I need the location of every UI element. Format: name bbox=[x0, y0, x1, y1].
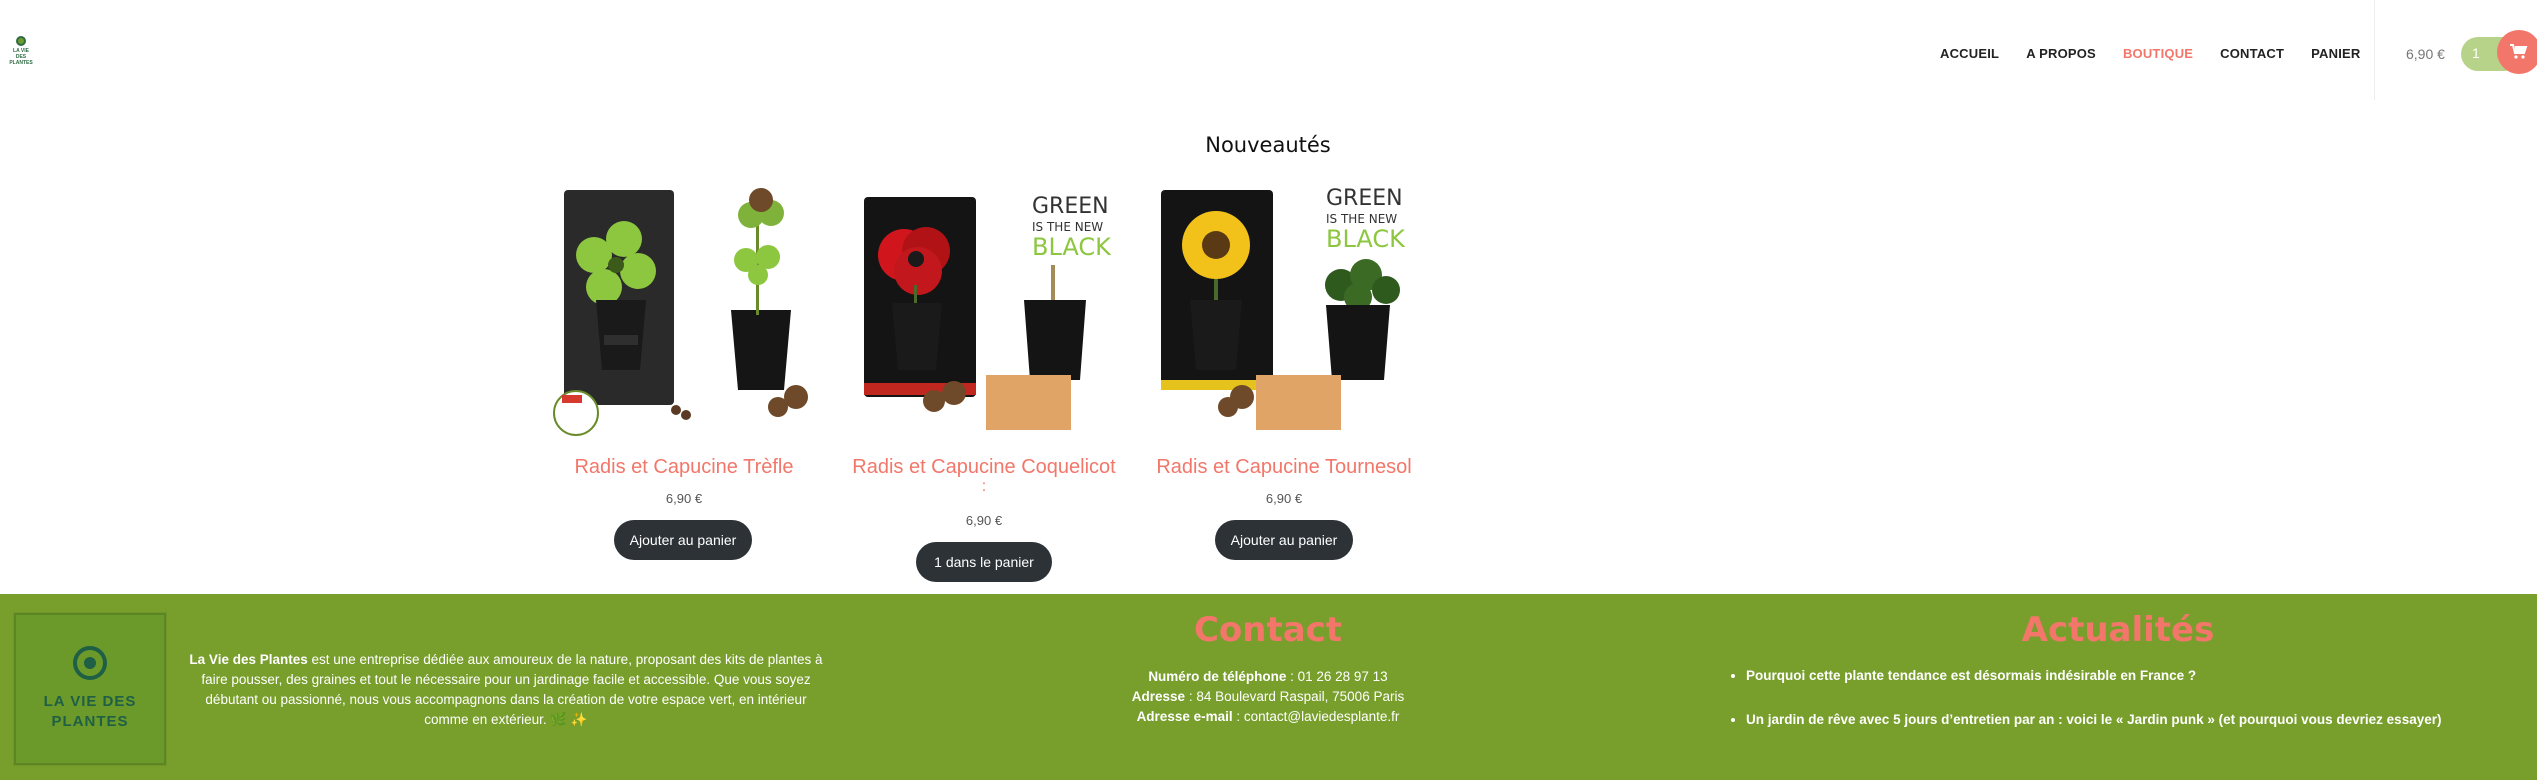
product-price: 6,90 € bbox=[1265, 491, 1303, 506]
news-item[interactable]: Un jardin de rêve avec 5 jours d’entreti… bbox=[1746, 710, 2520, 730]
product-image[interactable]: GREEN IS THE NEW BLACK bbox=[846, 175, 1122, 445]
product-name-extra: : bbox=[981, 478, 987, 495]
section-title: Nouveautés bbox=[1205, 133, 1331, 157]
footer-logo-text-2: PLANTES bbox=[51, 713, 129, 730]
nav-panier[interactable]: PANIER bbox=[2311, 46, 2360, 61]
product-photo-trefle bbox=[553, 188, 808, 436]
nav-boutique[interactable]: BOUTIQUE bbox=[2123, 46, 2193, 61]
main-nav: ACCUEIL A PROPOS BOUTIQUE CONTACT PANIER bbox=[1940, 46, 2388, 61]
product-name[interactable]: Radis et Capucine Tournesol bbox=[1146, 455, 1422, 479]
svg-text:BLACK: BLACK bbox=[1326, 225, 1406, 253]
leaf-logo-icon bbox=[73, 646, 107, 680]
cart-count[interactable]: 1 bbox=[2472, 45, 2480, 61]
news-list: Pourquoi cette plante tendance est désor… bbox=[1730, 666, 2520, 754]
svg-text:BLACK: BLACK bbox=[1032, 233, 1112, 261]
svg-text:IS THE NEW: IS THE NEW bbox=[1032, 220, 1103, 234]
contact-heading: Contact bbox=[1193, 610, 1343, 650]
product-image[interactable] bbox=[546, 175, 822, 445]
svg-text:IS THE NEW: IS THE NEW bbox=[1326, 212, 1397, 226]
add-to-cart-button[interactable]: Ajouter au panier bbox=[1215, 520, 1353, 560]
product-image[interactable]: GREEN IS THE NEW BLACK bbox=[1146, 175, 1422, 445]
about-brand: La Vie des Plantes bbox=[189, 652, 308, 667]
shopping-cart-icon bbox=[2510, 44, 2528, 59]
contact-details: Numéro de téléphone : 01 26 28 97 13 Adr… bbox=[1050, 667, 1486, 727]
cart-total[interactable]: 6,90 € bbox=[2406, 46, 2445, 62]
product-price: 6,90 € bbox=[665, 491, 703, 506]
footer-logo-text-1: LA VIE DES bbox=[43, 693, 137, 710]
nav-a-propos[interactable]: A PROPOS bbox=[2026, 46, 2096, 61]
news-heading: Actualités bbox=[2021, 610, 2215, 650]
phone-label: Numéro de téléphone bbox=[1148, 669, 1287, 684]
logo-text: LA VIE DES PLANTES bbox=[9, 48, 33, 66]
product-name[interactable]: Radis et Capucine Trèfle bbox=[546, 455, 822, 479]
address-value: : 84 Boulevard Raspail, 75006 Paris bbox=[1185, 689, 1405, 704]
nav-contact[interactable]: CONTACT bbox=[2220, 46, 2284, 61]
cart-button[interactable] bbox=[2497, 30, 2537, 74]
in-cart-button[interactable]: 1 dans le panier bbox=[916, 542, 1052, 582]
svg-text:GREEN: GREEN bbox=[1032, 194, 1109, 219]
leaf-logo-icon bbox=[16, 36, 26, 46]
about-text: La Vie des Plantes est une entreprise dé… bbox=[186, 650, 826, 730]
site-logo[interactable]: LA VIE DES PLANTES bbox=[8, 36, 34, 68]
add-to-cart-button[interactable]: Ajouter au panier bbox=[614, 520, 752, 560]
email-value[interactable]: : contact@laviedesplante.fr bbox=[1233, 709, 1399, 724]
product-price: 6,90 € bbox=[965, 513, 1003, 528]
svg-text:GREEN: GREEN bbox=[1326, 186, 1403, 211]
email-label: Adresse e-mail bbox=[1136, 709, 1233, 724]
footer-logo[interactable]: LA VIE DES PLANTES bbox=[14, 613, 166, 765]
product-card: GREEN IS THE NEW BLACK Radis et Capucine… bbox=[1146, 175, 1422, 575]
product-card: Radis et Capucine Trèfle 6,90 € Ajouter … bbox=[546, 175, 822, 575]
phone-value[interactable]: : 01 26 28 97 13 bbox=[1286, 669, 1388, 684]
address-label: Adresse bbox=[1131, 689, 1186, 704]
product-photo-tournesol: GREEN IS THE NEW BLACK bbox=[1161, 186, 1406, 430]
product-card: GREEN IS THE NEW BLACK Radis et Capucine… bbox=[846, 175, 1122, 582]
nav-accueil[interactable]: ACCUEIL bbox=[1940, 46, 1999, 61]
site-header: LA VIE DES PLANTES ACCUEIL A PROPOS BOUT… bbox=[0, 0, 2537, 105]
header-divider bbox=[2374, 0, 2375, 100]
news-item[interactable]: Pourquoi cette plante tendance est désor… bbox=[1746, 666, 2520, 686]
product-photo-coquelicot: GREEN IS THE NEW BLACK bbox=[864, 194, 1112, 430]
